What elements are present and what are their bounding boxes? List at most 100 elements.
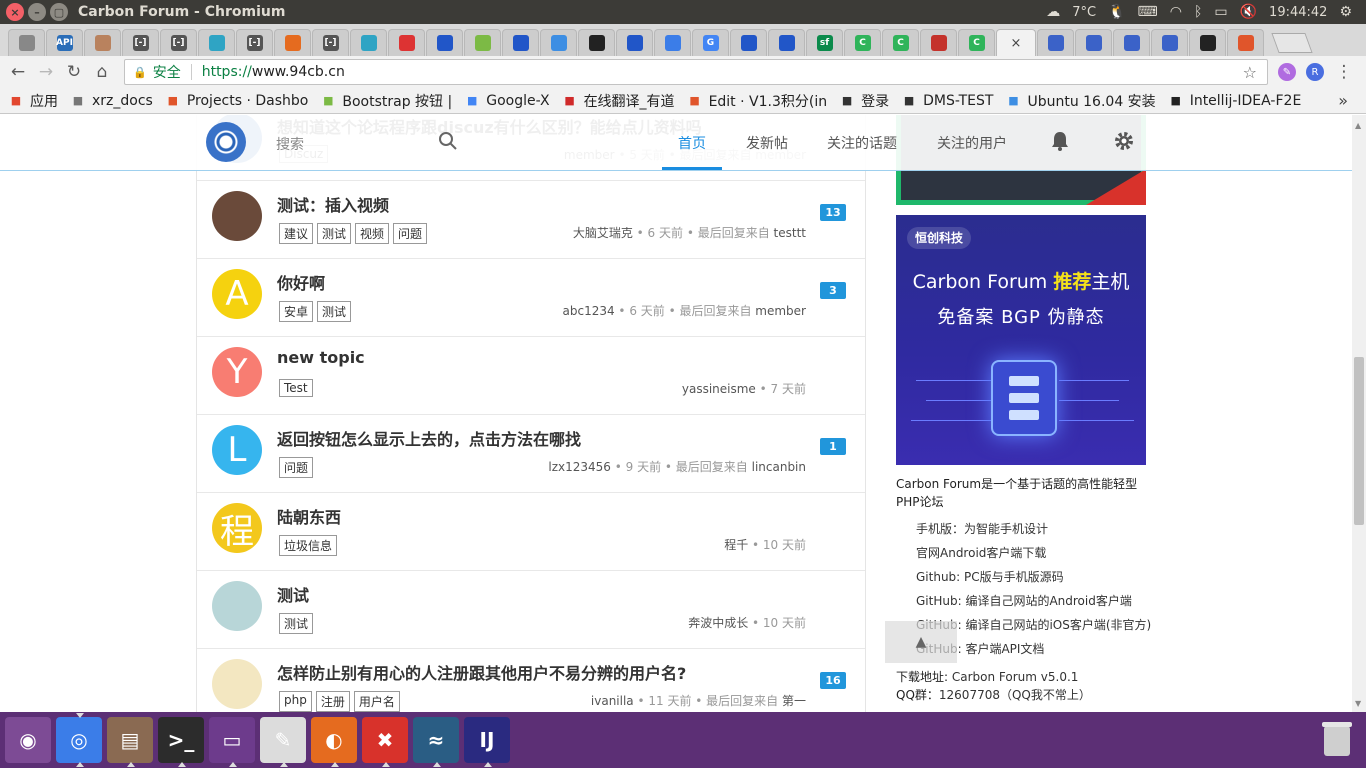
- browser-tab[interactable]: [84, 29, 121, 56]
- new-tab-button[interactable]: [1271, 33, 1313, 53]
- author-link[interactable]: 程千: [724, 538, 748, 552]
- bookmark-item[interactable]: ■ Projects · Dashbo: [165, 93, 309, 109]
- text-editor-icon[interactable]: ✎: [260, 717, 306, 767]
- bookmark-item[interactable]: ■ Bootstrap 按钮 |: [320, 91, 452, 111]
- forward-arrow-icon[interactable]: →: [32, 62, 60, 82]
- wifi-icon[interactable]: ◠: [1170, 4, 1182, 20]
- browser-tab[interactable]: [426, 29, 463, 56]
- browser-tab[interactable]: [768, 29, 805, 56]
- tag[interactable]: 建议: [279, 223, 314, 244]
- avatar[interactable]: [212, 581, 262, 631]
- more-bookmarks-icon[interactable]: »: [1338, 91, 1348, 110]
- sidebar-link[interactable]: 官网Android客户端下载: [916, 541, 1151, 565]
- browser-tab[interactable]: API: [46, 29, 83, 56]
- reload-icon[interactable]: ↻: [60, 62, 88, 82]
- scroll-up-icon[interactable]: ▲: [1355, 121, 1361, 130]
- tag[interactable]: 用户名: [353, 691, 400, 712]
- browser-tab[interactable]: C: [844, 29, 881, 56]
- bookmark-item[interactable]: ■ 在线翻译_有道: [562, 91, 674, 111]
- reply-count-badge[interactable]: 1: [820, 438, 846, 455]
- browser-tab[interactable]: sf: [806, 29, 843, 56]
- tag[interactable]: 测试: [317, 301, 352, 322]
- browser-tab[interactable]: C: [882, 29, 919, 56]
- reply-count-badge[interactable]: 3: [820, 282, 846, 299]
- chromium-icon[interactable]: ◎: [56, 713, 102, 767]
- browser-tab[interactable]: [-]: [160, 29, 197, 56]
- topic-title[interactable]: new topic: [277, 348, 365, 367]
- tag[interactable]: 问题: [279, 457, 314, 478]
- nav-followed-users[interactable]: 关注的用户: [937, 133, 1007, 153]
- browser-tab[interactable]: [578, 29, 615, 56]
- sidebar-ad-hosting[interactable]: 恒创科技 Carbon Forum 推荐主机 免备案 BGP 伪静态: [896, 215, 1146, 465]
- battery-icon[interactable]: ▭: [1214, 4, 1227, 20]
- browser-tab[interactable]: [1189, 29, 1226, 56]
- browser-tab[interactable]: [464, 29, 501, 56]
- back-arrow-icon[interactable]: ←: [4, 62, 32, 82]
- nav-home[interactable]: 首页: [678, 133, 706, 153]
- browser-tab[interactable]: [1075, 29, 1112, 56]
- tab-active[interactable]: ×: [996, 29, 1036, 56]
- nav-new-post[interactable]: 发新帖: [746, 133, 788, 153]
- firefox-icon[interactable]: ◐: [311, 717, 357, 767]
- browser-tab[interactable]: [274, 29, 311, 56]
- tag[interactable]: 安卓: [279, 301, 314, 322]
- r-extension-icon[interactable]: R: [1306, 63, 1324, 81]
- topic-title[interactable]: 返回按钮怎么显示上去的，点击方法在哪找: [277, 426, 581, 450]
- bookmark-item[interactable]: ■ Ubuntu 16.04 安装: [1005, 91, 1155, 111]
- url-scheme[interactable]: https://: [202, 64, 252, 80]
- browser-tab[interactable]: [388, 29, 425, 56]
- browser-tab[interactable]: [1227, 29, 1264, 56]
- browser-tab[interactable]: G: [692, 29, 729, 56]
- url-host[interactable]: www.94cb.cn: [252, 64, 345, 80]
- browser-tab[interactable]: [654, 29, 691, 56]
- browser-tab[interactable]: [198, 29, 235, 56]
- sidebar-link[interactable]: GitHub: 编译自己网站的Android客户端: [916, 589, 1151, 613]
- menu-icon[interactable]: ⋮: [1330, 62, 1358, 82]
- browser-tab[interactable]: [540, 29, 577, 56]
- browser-tab[interactable]: [616, 29, 653, 56]
- bell-icon[interactable]: [1049, 130, 1071, 152]
- scrollbar-thumb[interactable]: [1354, 357, 1364, 525]
- last-reply-user[interactable]: 第一: [782, 694, 806, 708]
- browser-tab[interactable]: [8, 29, 45, 56]
- tag[interactable]: 测试: [279, 613, 314, 634]
- minimize-window-button[interactable]: –: [28, 3, 46, 21]
- author-link[interactable]: lzx123456: [548, 460, 611, 474]
- weather-temp[interactable]: 7°C: [1072, 5, 1096, 20]
- gear-icon[interactable]: [1113, 130, 1135, 152]
- bluetooth-icon[interactable]: ᛒ: [1194, 4, 1202, 20]
- bookmark-star-icon[interactable]: ☆: [1243, 63, 1257, 82]
- author-link[interactable]: 奔波中成长: [688, 616, 748, 630]
- browser-tab[interactable]: [920, 29, 957, 56]
- topic-title[interactable]: 你好啊: [277, 270, 325, 294]
- intellij-icon[interactable]: IJ: [464, 717, 510, 767]
- browser-tab[interactable]: [1151, 29, 1188, 56]
- tag[interactable]: Test: [279, 379, 313, 397]
- page-scrollbar[interactable]: ▲ ▼: [1352, 115, 1366, 712]
- site-logo[interactable]: [206, 122, 246, 162]
- feather-extension-icon[interactable]: ✎: [1278, 63, 1296, 81]
- maximize-window-button[interactable]: ▢: [50, 3, 68, 21]
- power-gear-icon[interactable]: ⚙: [1339, 4, 1352, 20]
- trash-icon[interactable]: [1314, 716, 1360, 765]
- back-to-top-icon[interactable]: ▲: [885, 621, 957, 663]
- tux-icon[interactable]: 🐧: [1108, 4, 1125, 20]
- last-reply-user[interactable]: testtt: [774, 226, 806, 240]
- lock-icon[interactable]: 🔒: [133, 66, 147, 79]
- author-link[interactable]: ivanilla: [591, 694, 634, 708]
- tag[interactable]: 注册: [315, 691, 350, 712]
- topic-title[interactable]: 测试：插入视频: [277, 192, 389, 216]
- xmind-icon[interactable]: ✖: [362, 717, 408, 767]
- tag[interactable]: 测试: [317, 223, 352, 244]
- download-link[interactable]: Carbon Forum v5.0.1: [952, 670, 1079, 684]
- browser-tab[interactable]: [730, 29, 767, 56]
- browser-tab[interactable]: C: [958, 29, 995, 56]
- browser-tab[interactable]: [502, 29, 539, 56]
- tag[interactable]: 视频: [355, 223, 390, 244]
- topic-title[interactable]: 测试: [277, 582, 309, 606]
- avatar[interactable]: A: [212, 269, 262, 319]
- avatar[interactable]: Y: [212, 347, 262, 397]
- bookmark-item[interactable]: ■ Edit · V1.3积分(in: [687, 91, 827, 111]
- ubuntu-icon[interactable]: ◉: [5, 717, 51, 763]
- search-input[interactable]: 搜索: [276, 134, 304, 154]
